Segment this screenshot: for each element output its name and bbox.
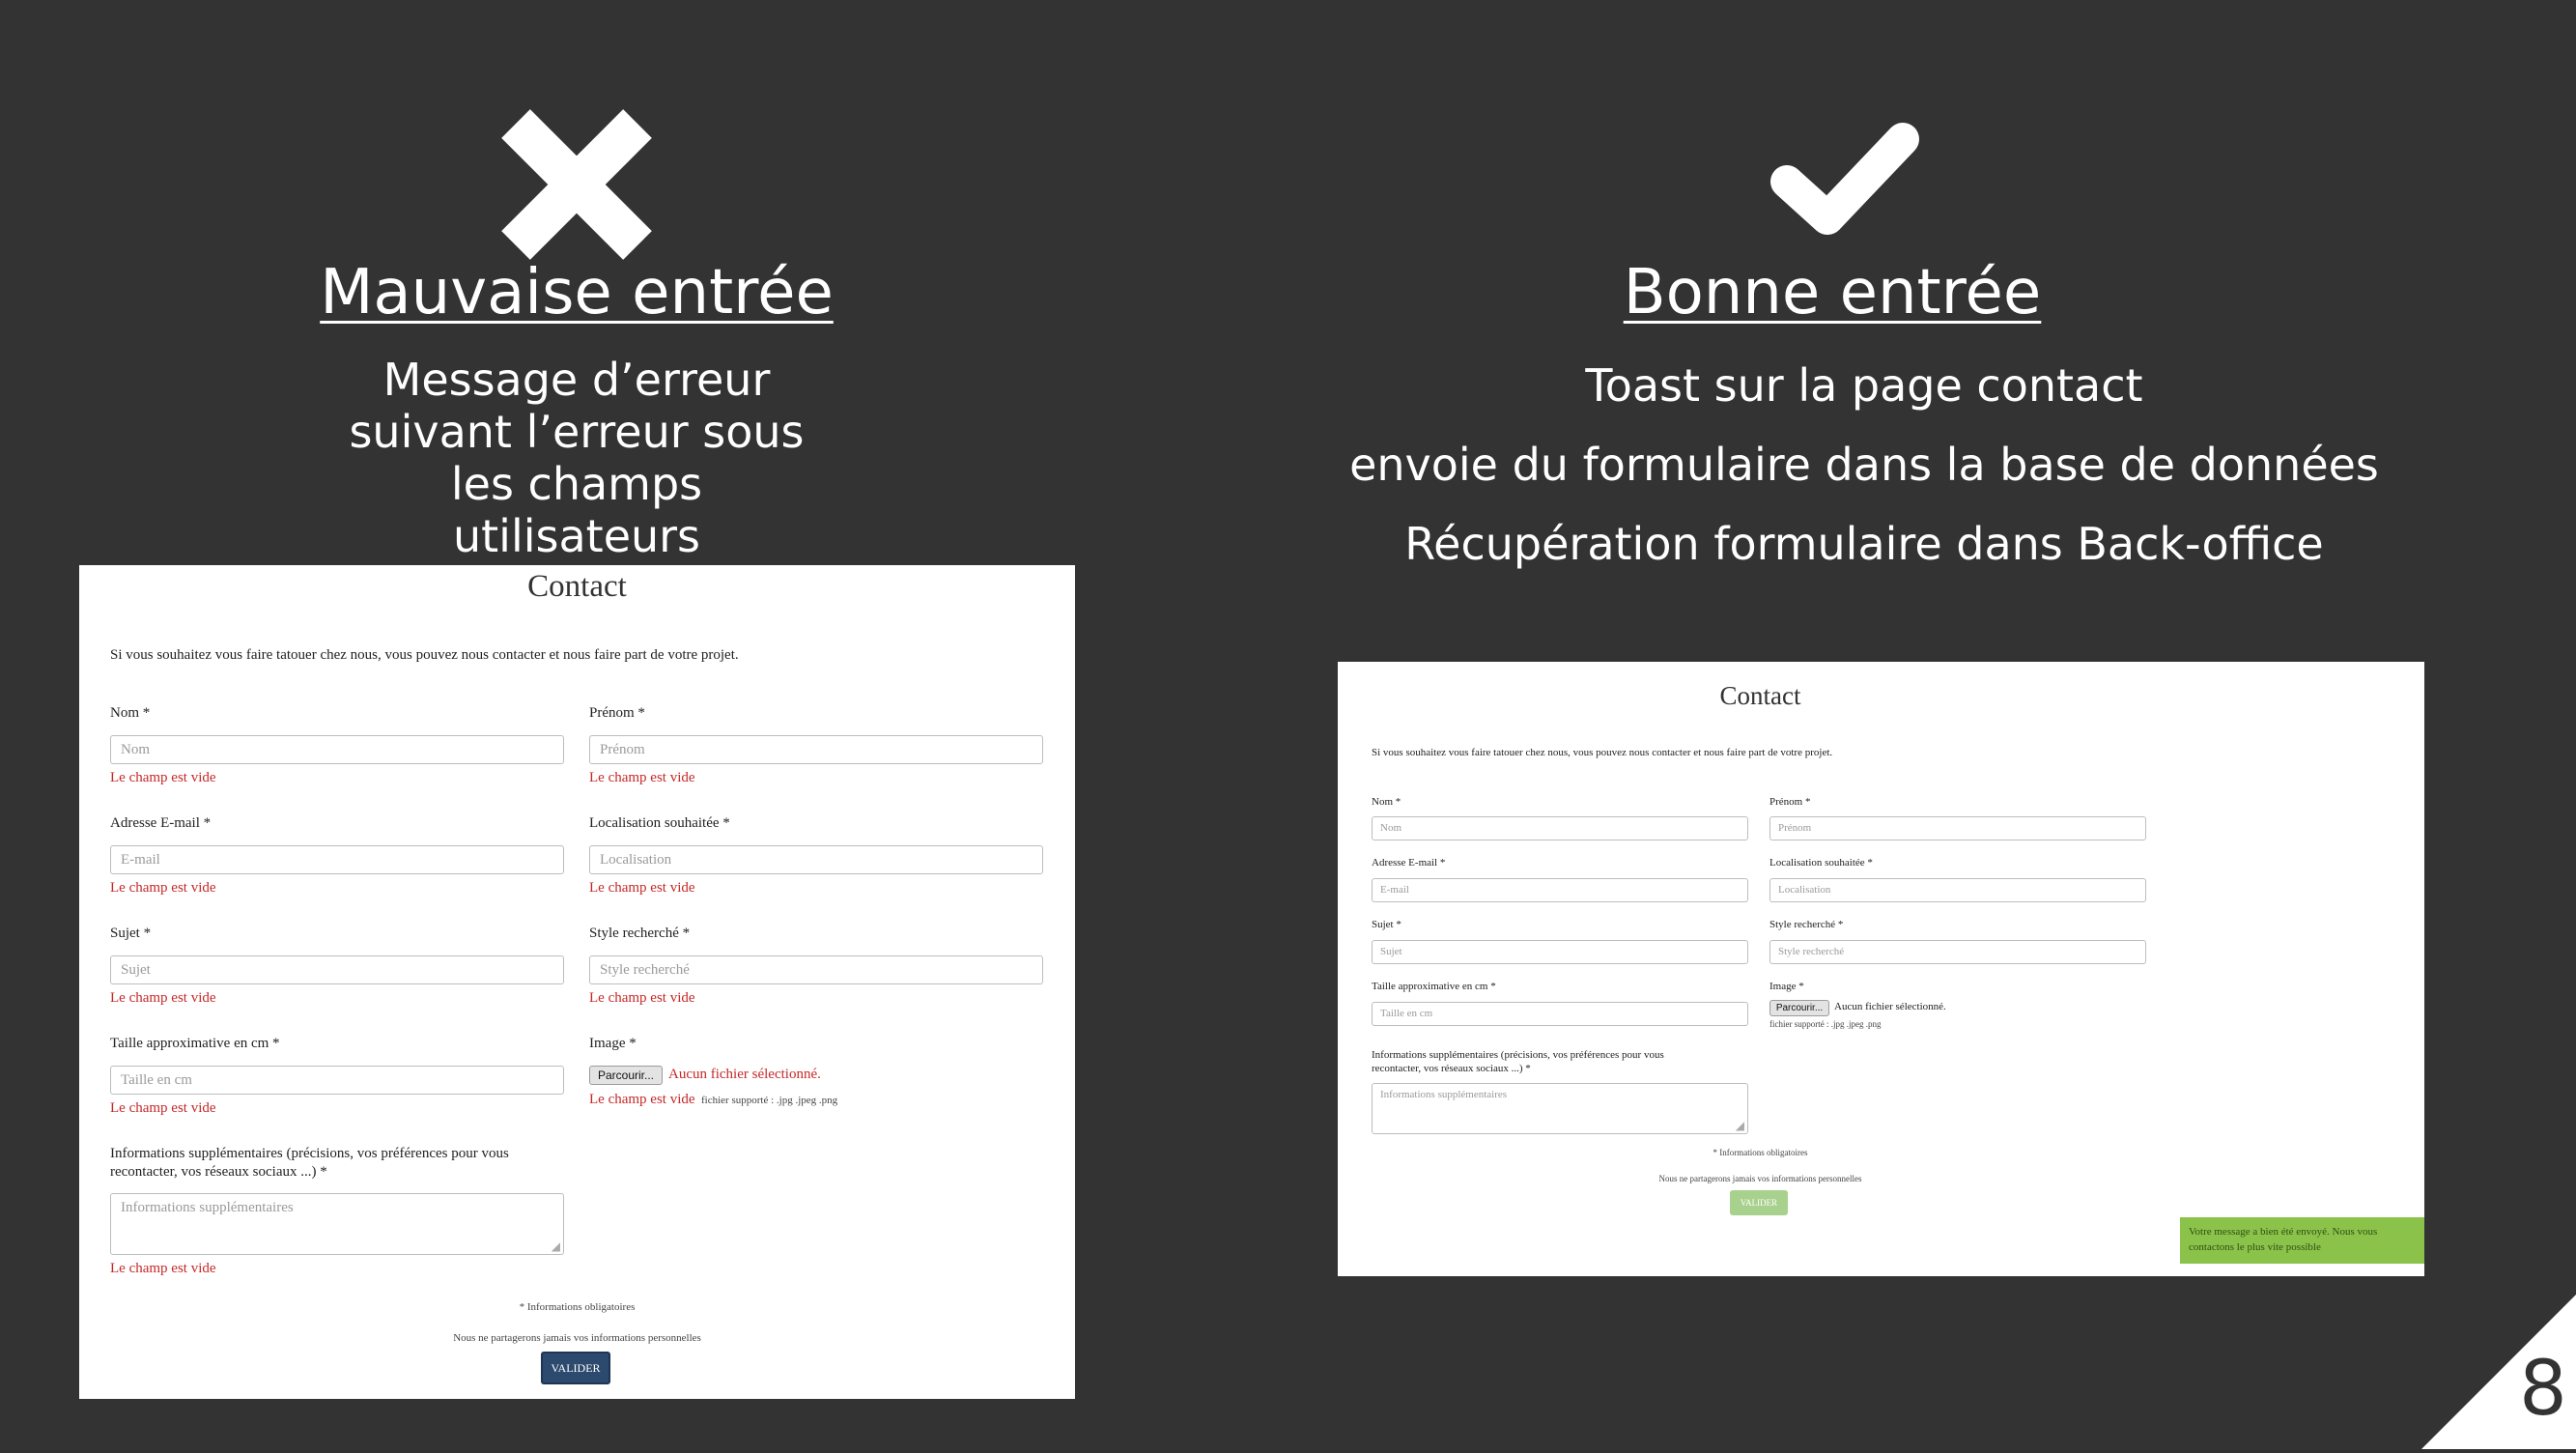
email-label: Adresse E-mail * — [110, 815, 212, 831]
info-label-line-2: recontacter, vos réseaux sociaux ...) * — [110, 1164, 327, 1180]
nom-input[interactable]: Nom — [1372, 816, 1748, 840]
info-label-line-1: Informations supplémentaires (précisions… — [1372, 1049, 1664, 1061]
email-input[interactable]: E-mail — [1372, 878, 1748, 902]
nom-label: Nom * — [110, 705, 151, 721]
style-error: Le champ est vide — [589, 990, 695, 1006]
localisation-error: Le champ est vide — [589, 880, 695, 896]
cross-icon — [498, 106, 655, 263]
sujet-input[interactable]: Sujet — [1372, 940, 1748, 964]
style-input[interactable]: Style recherché — [1769, 940, 2146, 964]
prenom-label: Prénom * — [589, 705, 645, 721]
style-input[interactable]: Style recherché — [589, 955, 1043, 984]
prenom-input[interactable]: Prénom — [1769, 816, 2146, 840]
description-line: utilisateurs — [452, 510, 701, 562]
taille-input[interactable]: Taille en cm — [110, 1066, 564, 1095]
bad-input-description: Message d’erreur suivant l’erreur sous l… — [319, 354, 835, 562]
image-error: Le champ est vide — [589, 1092, 695, 1107]
good-input-heading: Bonne entrée — [1623, 257, 2042, 328]
file-supported-note: fichier supporté : .jpg .jpeg .png — [701, 1095, 838, 1106]
email-input[interactable]: E-mail — [110, 845, 564, 874]
localisation-input[interactable]: Localisation — [1769, 878, 2146, 902]
nom-input[interactable]: Nom — [110, 735, 564, 764]
toast-line-2: contactons le plus vite possible — [2189, 1241, 2321, 1253]
info-label-line-1: Informations supplémentaires (précisions… — [110, 1146, 509, 1161]
info-textarea[interactable]: Informations supplémentaires ◢ — [110, 1193, 564, 1255]
description-line: Message d’erreur — [382, 354, 771, 406]
description-line: suivant l’erreur sous — [349, 406, 805, 458]
info-placeholder: Informations supplémentaires — [121, 1200, 294, 1215]
success-form-screenshot: Contact Si vous souhaitez vous faire tat… — [1338, 662, 2424, 1276]
info-error: Le champ est vide — [110, 1261, 216, 1276]
good-input-line-3: Récupération formulaire dans Back-office — [1404, 518, 2324, 570]
required-note: * Informations obligatoires — [519, 1301, 636, 1313]
info-textarea[interactable]: Informations supplémentaires ◢ — [1372, 1083, 1748, 1134]
browse-file-button[interactable]: Parcourir... — [1769, 1000, 1829, 1016]
sujet-error: Le champ est vide — [110, 990, 216, 1006]
taille-input[interactable]: Taille en cm — [1372, 1002, 1748, 1026]
toast-line-1: Votre message a bien été envoyé. Nous vo… — [2189, 1226, 2378, 1238]
page-number: 8 — [2519, 1346, 2567, 1433]
sujet-input[interactable]: Sujet — [110, 955, 564, 984]
image-label: Image * — [589, 1036, 637, 1051]
sujet-label: Sujet * — [1372, 919, 1401, 930]
resize-handle-icon[interactable]: ◢ — [1736, 1120, 1744, 1131]
error-form-screenshot: Contact Si vous souhaitez vous faire tat… — [79, 565, 1075, 1399]
style-label: Style recherché * — [1769, 919, 1844, 930]
good-input-line-2: envoie du formulaire dans la base de don… — [1349, 439, 2379, 491]
sujet-label: Sujet * — [110, 926, 152, 941]
nom-error: Le champ est vide — [110, 770, 216, 785]
checkmark-icon — [1768, 114, 1922, 240]
nom-label: Nom * — [1372, 796, 1401, 808]
resize-handle-icon[interactable]: ◢ — [552, 1240, 560, 1252]
file-supported-note: fichier supporté : .jpg .jpeg .png — [1769, 1019, 1882, 1029]
prenom-label: Prénom * — [1769, 796, 1811, 808]
bad-input-heading: Mauvaise entrée — [320, 257, 834, 328]
taille-error: Le champ est vide — [110, 1100, 216, 1116]
form-title: Contact — [527, 569, 627, 604]
localisation-input[interactable]: Localisation — [589, 845, 1043, 874]
taille-label: Taille approximative en cm * — [1372, 981, 1496, 992]
email-error: Le champ est vide — [110, 880, 216, 896]
submit-label: VALIDER — [551, 1361, 601, 1375]
style-label: Style recherché * — [589, 926, 691, 941]
browse-file-button[interactable]: Parcourir... — [589, 1066, 663, 1085]
prenom-error: Le champ est vide — [589, 770, 695, 785]
good-input-line-1: Toast sur la page contact — [1585, 359, 2143, 412]
localisation-label: Localisation souhaitée * — [589, 815, 730, 831]
email-label: Adresse E-mail * — [1372, 857, 1446, 869]
description-line: les champs — [450, 458, 703, 510]
prenom-input[interactable]: Prénom — [589, 735, 1043, 764]
privacy-note: Nous ne partagerons jamais vos informati… — [453, 1332, 701, 1344]
taille-label: Taille approximative en cm * — [110, 1036, 280, 1051]
image-label: Image * — [1769, 981, 1804, 992]
submit-button[interactable]: VALIDER — [541, 1352, 610, 1384]
submit-label: VALIDER — [1740, 1198, 1778, 1208]
no-file-text: Aucun fichier sélectionné. — [1834, 1001, 1946, 1012]
success-toast: Votre message a bien été envoyé. Nous vo… — [2180, 1217, 2424, 1264]
required-note: * Informations obligatoires — [1713, 1148, 1808, 1157]
form-title: Contact — [1719, 681, 1801, 710]
privacy-note: Nous ne partagerons jamais vos informati… — [1658, 1174, 1862, 1183]
info-placeholder: Informations supplémentaires — [1380, 1089, 1508, 1100]
no-file-text: Aucun fichier sélectionné. — [668, 1067, 821, 1082]
submit-button-disabled[interactable]: VALIDER — [1730, 1190, 1788, 1215]
info-label-line-2: recontacter, vos réseaux sociaux ...) * — [1372, 1063, 1531, 1074]
form-intro: Si vous souhaitez vous faire tatouer che… — [110, 647, 739, 663]
localisation-label: Localisation souhaitée * — [1769, 857, 1873, 869]
form-intro: Si vous souhaitez vous faire tatouer che… — [1372, 747, 1833, 758]
